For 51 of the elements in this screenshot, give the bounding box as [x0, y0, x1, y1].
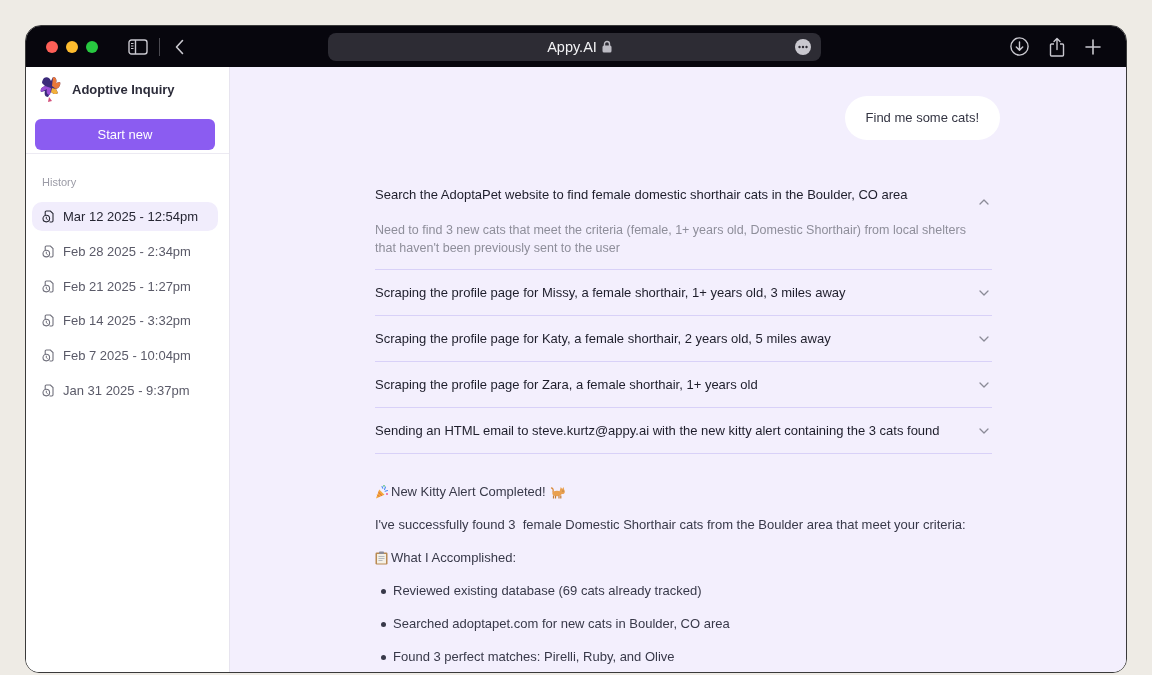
step-header[interactable]: Scraping the profile page for Zara, a female shorthair, 1+ years old	[375, 362, 992, 408]
more-icon[interactable]	[795, 38, 811, 55]
minimize-icon[interactable]	[66, 40, 78, 53]
app-title: Adoptive Inquiry	[72, 80, 175, 99]
step-header[interactable]: Sending an HTML email to steve.kurtz@appy.ai with the new kitty alert containing the 3 cats found	[375, 408, 992, 454]
document-clock-icon	[42, 314, 54, 328]
history-item[interactable]: Jan 31 2025 - 9:37pm	[32, 375, 218, 405]
bullet-icon	[381, 621, 386, 627]
list-item-text: Found 3 perfect matches: Pirelli, Ruby, and Olive	[393, 648, 675, 667]
close-icon[interactable]	[46, 40, 58, 53]
step-detail: Need to find 3 new cats that meet the criteria (female, 1+ years old, Domestic Shorthair) from local shelters that haven't been previously sent to the user	[375, 222, 967, 258]
document-clock-icon	[42, 383, 54, 397]
reply-heading: New Kitty Alert Completed!	[391, 483, 546, 502]
share-icon[interactable]	[1049, 36, 1065, 57]
step-header[interactable]: Scraping the profile page for Katy, a female shorthair, 2 years old, 5 miles away	[375, 316, 992, 362]
party-popper-icon	[375, 485, 389, 500]
chevron-down-icon	[979, 381, 989, 388]
chevron-down-icon	[979, 289, 989, 296]
chevron-down-icon	[979, 335, 989, 342]
history-item[interactable]: Feb 7 2025 - 10:04pm	[32, 341, 218, 371]
cat-icon	[549, 485, 566, 499]
bullet-icon	[381, 654, 386, 660]
history-item[interactable]: Mar 12 2025 - 12:54pm	[32, 202, 218, 232]
user-message: Find me some cats!	[844, 96, 1000, 141]
start-new-button[interactable]: Start new	[35, 119, 215, 151]
history-label: History	[42, 176, 78, 189]
step-header[interactable]: Search the AdoptaPet website to find female domestic shorthair cats in the Boulder, CO area	[375, 170, 992, 219]
section-heading: What I Accomplished:	[391, 549, 516, 568]
maximize-icon[interactable]	[86, 40, 98, 53]
reply-intro: I've successfully found 3 female Domestic Shorthair cats from the Boulder area that meet your criteria:	[375, 516, 967, 535]
document-clock-icon	[42, 349, 54, 363]
new-tab-icon[interactable]	[1085, 38, 1101, 55]
download-icon[interactable]	[1010, 37, 1029, 57]
history-item[interactable]: Feb 14 2025 - 3:32pm	[32, 306, 218, 336]
document-clock-icon	[42, 279, 54, 293]
list-item-text: Reviewed existing database (69 cats already tracked)	[393, 582, 702, 601]
chevron-down-icon	[979, 427, 989, 434]
bullet-icon	[381, 588, 386, 594]
clipboard-icon	[375, 551, 388, 566]
lock-icon	[601, 40, 612, 54]
history-item[interactable]: Feb 21 2025 - 1:27pm	[32, 271, 218, 301]
address-bar[interactable]: Appy.AI	[328, 32, 821, 61]
back-icon[interactable]	[175, 38, 184, 55]
list-item-text: Searched adoptapet.com for new cats in Boulder, CO area	[393, 615, 730, 634]
document-clock-icon	[42, 245, 54, 259]
chevron-up-icon	[979, 199, 989, 206]
sidebar-toggle-icon[interactable]	[128, 38, 148, 55]
document-clock-icon	[42, 210, 54, 224]
step-header[interactable]: Scraping the profile page for Missy, a female shorthair, 1+ years old, 3 miles away	[375, 270, 992, 316]
history-item[interactable]: Feb 28 2025 - 2:34pm	[32, 237, 218, 267]
url-text: Appy.AI	[547, 37, 597, 56]
